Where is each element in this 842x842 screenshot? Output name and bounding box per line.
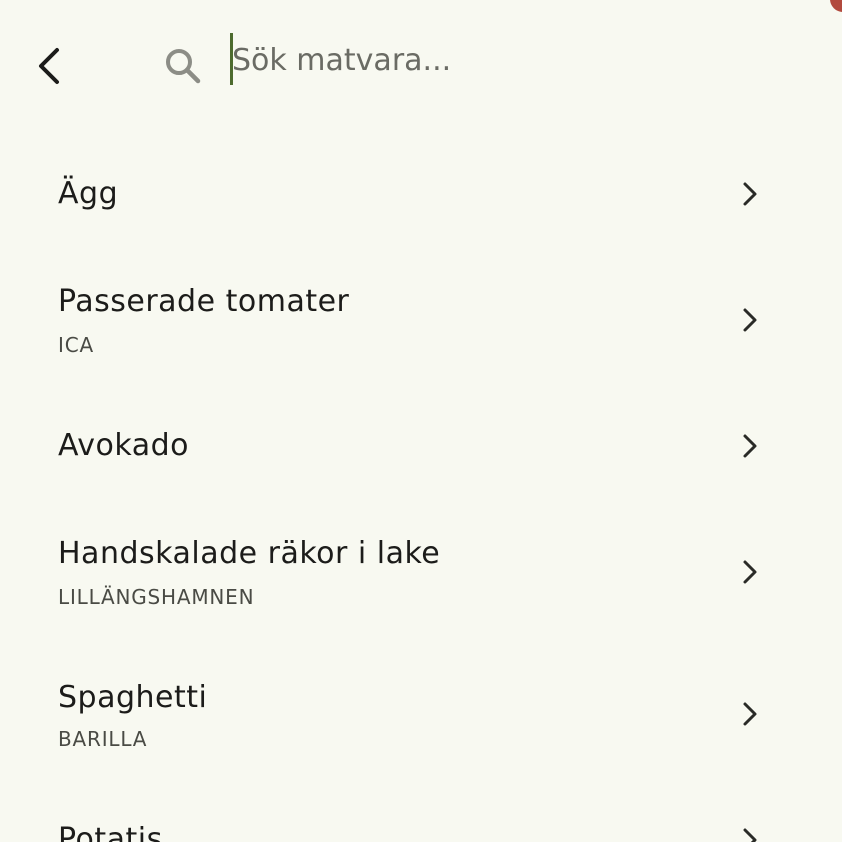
search-top-bar bbox=[0, 0, 842, 124]
chevron-right-icon bbox=[743, 434, 757, 458]
item-brand: ICA bbox=[58, 333, 94, 357]
chevron-right-icon bbox=[743, 828, 757, 842]
list-item-passerade-tomater[interactable]: Passerade tomater ICA bbox=[0, 264, 842, 390]
item-name: Spaghetti bbox=[58, 680, 208, 715]
chevron-right-icon bbox=[743, 308, 757, 332]
chevron-right-icon bbox=[743, 702, 757, 726]
list-item-potatis[interactable]: Potatis bbox=[0, 796, 842, 842]
item-name: Potatis bbox=[58, 822, 163, 842]
chevron-right-icon bbox=[743, 182, 757, 206]
item-name: Passerade tomater bbox=[58, 284, 350, 319]
back-button[interactable] bbox=[22, 38, 78, 94]
item-name: Ägg bbox=[58, 176, 119, 211]
list-item-avokado[interactable]: Avokado bbox=[0, 390, 842, 516]
item-name: Handskalade räkor i lake bbox=[58, 536, 441, 571]
item-brand: BARILLA bbox=[58, 727, 148, 751]
food-search-screen: Ägg Passerade tomater ICA Avokado Handsk… bbox=[0, 0, 842, 842]
item-brand: LILLÄNGSHAMNEN bbox=[58, 585, 255, 609]
item-name: Avokado bbox=[58, 428, 189, 463]
search-icon bbox=[166, 49, 201, 84]
list-item-agg[interactable]: Ägg bbox=[0, 124, 842, 264]
list-item-spaghetti[interactable]: Spaghetti BARILLA bbox=[0, 656, 842, 796]
search-input[interactable] bbox=[230, 32, 790, 88]
chevron-right-icon bbox=[743, 560, 757, 584]
text-caret bbox=[230, 33, 233, 85]
list-item-handskalade-rakor[interactable]: Handskalade räkor i lake LILLÄNGSHAMNEN bbox=[0, 516, 842, 656]
chevron-left-icon bbox=[39, 48, 59, 84]
search-field[interactable] bbox=[230, 32, 790, 88]
